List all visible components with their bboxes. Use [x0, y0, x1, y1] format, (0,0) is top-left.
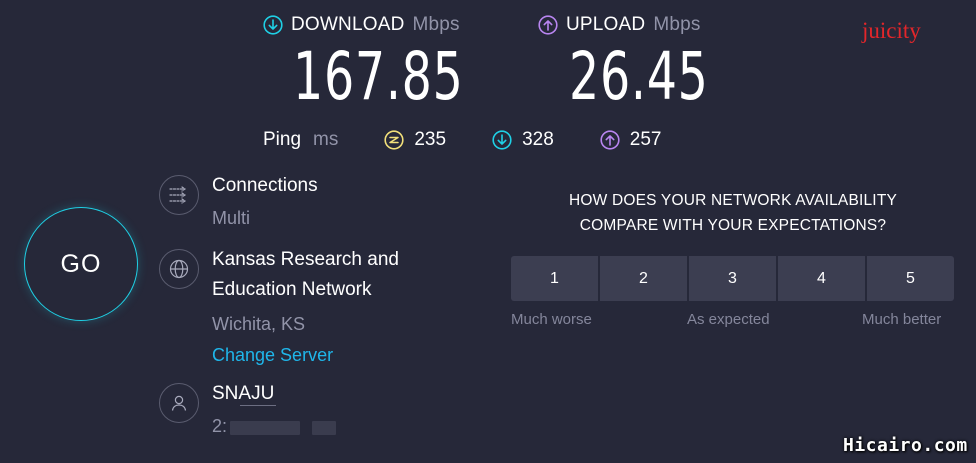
- ping-label: Ping: [263, 129, 302, 150]
- ping-upload-value: 257: [629, 129, 662, 150]
- ping-upload: 257: [600, 129, 662, 151]
- scale-mid-label: As expected: [687, 311, 770, 328]
- connections-icon: [159, 175, 199, 215]
- scale-high-label: Much better: [862, 311, 942, 328]
- download-arrow-icon: [263, 15, 283, 35]
- upload-section: UPLOAD Mbps: [538, 14, 701, 36]
- download-header: DOWNLOAD Mbps: [263, 14, 460, 36]
- rating-bar: 1 2 3 4 5: [511, 256, 954, 301]
- ping-row: Ping ms 235 328 257: [263, 129, 661, 151]
- rating-option-4[interactable]: 4: [778, 256, 865, 301]
- ping-idle: 235: [384, 129, 446, 151]
- rating-option-2[interactable]: 2: [600, 256, 687, 301]
- upload-label: UPLOAD: [566, 14, 646, 35]
- survey-question-line2: COMPARE WITH YOUR EXPECTATIONS?: [579, 217, 887, 234]
- ping-upload-icon: [600, 130, 620, 150]
- download-section: DOWNLOAD Mbps: [263, 14, 460, 36]
- connections-title: Connections: [212, 175, 318, 196]
- ping-download-icon: [492, 130, 512, 150]
- download-label: DOWNLOAD: [291, 14, 405, 35]
- ping-idle-value: 235: [414, 129, 447, 150]
- change-server-link[interactable]: Change Server: [212, 345, 333, 366]
- download-unit: Mbps: [412, 14, 460, 35]
- rating-option-5[interactable]: 5: [867, 256, 954, 301]
- upload-value: 26.45: [569, 38, 709, 115]
- ping-lightning-icon: [384, 130, 404, 150]
- download-value: 167.85: [293, 38, 464, 115]
- server-name-line2: Education Network: [212, 279, 372, 300]
- ping-download-value: 328: [522, 129, 554, 150]
- upload-unit: Mbps: [653, 14, 701, 35]
- connections-arrows-icon: [169, 186, 187, 204]
- ip-redaction-block: [230, 421, 300, 435]
- isp-name-underline: [240, 405, 276, 406]
- upload-arrow-icon: [538, 15, 558, 35]
- server-location: Wichita, KS: [212, 314, 306, 334]
- scale-low-label: Much worse: [511, 311, 592, 328]
- ip-redaction-block: [312, 421, 336, 435]
- connections-value: Multi: [212, 208, 251, 228]
- server-icon: [159, 249, 199, 289]
- survey-question-line1: HOW DOES YOUR NETWORK AVAILABILITY: [568, 192, 898, 209]
- survey-question: HOW DOES YOUR NETWORK AVAILABILITY COMPA…: [523, 188, 943, 238]
- brand-overlay-text: juicity: [862, 18, 921, 43]
- user-ip-partial: 2:: [212, 416, 228, 436]
- person-icon: [171, 395, 187, 411]
- ping-download: 328: [492, 129, 554, 151]
- ping-unit: ms: [313, 129, 339, 150]
- upload-header: UPLOAD Mbps: [538, 14, 701, 36]
- watermark-text: Hicairo.com: [843, 435, 968, 456]
- user-icon: [159, 383, 199, 423]
- rating-option-1[interactable]: 1: [511, 256, 598, 301]
- rating-option-3[interactable]: 3: [689, 256, 776, 301]
- go-button[interactable]: GO: [24, 207, 138, 321]
- globe-icon: [169, 259, 189, 279]
- server-name-line1: Kansas Research and: [212, 249, 399, 270]
